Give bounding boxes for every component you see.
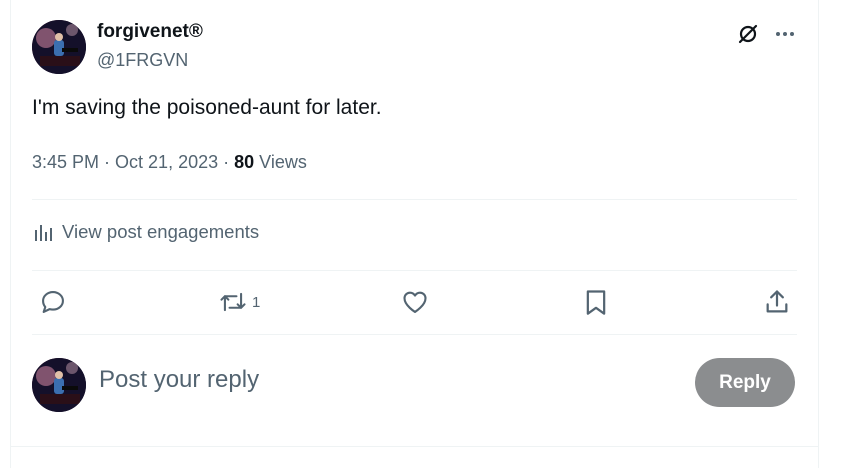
bookmark-icon [586, 290, 606, 315]
meta-separator: · [223, 152, 230, 172]
repost-icon [220, 292, 246, 312]
divider [10, 446, 819, 447]
post-date[interactable]: Oct 21, 2023 [115, 152, 218, 173]
grok-icon[interactable] [736, 22, 760, 46]
meta-separator: · [104, 152, 111, 172]
more-options-icon[interactable] [773, 22, 797, 46]
heart-icon [403, 291, 427, 313]
repost-action-button[interactable]: 1 [218, 288, 260, 316]
repost-count: 1 [252, 293, 261, 311]
analytics-icon [35, 225, 52, 241]
divider [32, 334, 797, 335]
post-text: I'm saving the poisoned-aunt for later. [32, 96, 382, 119]
divider [32, 270, 797, 271]
user-avatar[interactable] [32, 358, 86, 412]
share-action-button[interactable] [763, 288, 791, 316]
post-meta: 3:45 PM · Oct 21, 2023 · 80 Views [32, 152, 307, 173]
bookmark-action-button[interactable] [583, 288, 609, 316]
view-count: 80 [234, 152, 255, 172]
reply-button[interactable]: Reply [695, 358, 795, 407]
reply-action-button[interactable] [39, 288, 67, 316]
divider [32, 199, 797, 200]
views-label: Views [259, 152, 307, 172]
comment-icon [42, 291, 64, 313]
like-action-button[interactable] [401, 288, 429, 316]
view-engagements-link[interactable]: View post engagements [32, 221, 259, 243]
author-avatar[interactable] [32, 20, 86, 74]
engagements-label: View post engagements [62, 221, 260, 242]
author-name[interactable]: forgivenet® [97, 21, 203, 43]
post-time[interactable]: 3:45 PM [32, 152, 99, 173]
share-icon [766, 290, 788, 313]
reply-input[interactable]: Post your reply [99, 366, 259, 394]
author-handle[interactable]: @1FRGVN [97, 50, 188, 71]
